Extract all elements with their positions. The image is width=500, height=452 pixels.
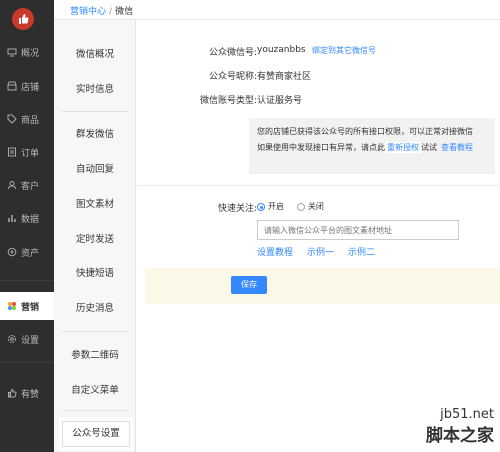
radio-label: 开启 xyxy=(268,202,284,211)
subnav-item-autoreply[interactable]: 自动回复 xyxy=(54,161,136,175)
nav-item-data[interactable]: 数据 xyxy=(0,204,54,232)
nav-label: 有赞 xyxy=(21,389,40,400)
reauthorize-link[interactable]: 重新授权 xyxy=(385,142,421,153)
user-icon xyxy=(6,180,17,191)
subnav-item-history[interactable]: 历史消息 xyxy=(54,300,136,314)
permission-notice: 您的店铺已获得该公众号的所有接口权限，可以正常对接微信 如果使用中发现接口有异常… xyxy=(249,118,495,174)
nav-label: 设置 xyxy=(21,335,40,346)
breadcrumb-separator: / xyxy=(109,7,113,17)
radio-label: 关闭 xyxy=(307,202,324,211)
nav-item-store[interactable]: 店铺 xyxy=(0,72,54,100)
view-tutorial-link[interactable]: 查看教程 xyxy=(441,143,473,152)
nav-divider xyxy=(0,362,54,363)
nav-item-youzan[interactable]: 有赞 xyxy=(0,379,54,407)
subnav-divider xyxy=(62,410,128,411)
bind-other-account-button[interactable]: 绑定到其它微信号 xyxy=(307,42,381,59)
subnav-item-scheduled[interactable]: 定时发送 xyxy=(54,231,136,245)
monitor-icon xyxy=(6,47,17,58)
section-divider xyxy=(137,185,500,186)
logo-icon[interactable] xyxy=(12,8,34,30)
subnav-item-broadcast[interactable]: 群发微信 xyxy=(54,126,136,140)
bar-chart-icon xyxy=(6,213,17,224)
main-content: 公众微信号: youzanbbs 绑定到其它微信号 公众号昵称: 有赞商家社区 … xyxy=(137,21,500,452)
nav-item-customers[interactable]: 客户 xyxy=(0,171,54,199)
subnav-item-account-settings[interactable]: 公众号设置 xyxy=(62,421,130,447)
notice-suffix: 试试 xyxy=(421,143,437,152)
account-type-value: 认证服务号 xyxy=(257,96,303,106)
nav-item-marketing[interactable]: 营销 xyxy=(0,292,54,320)
nav-label: 概况 xyxy=(21,48,40,59)
quick-follow-on-radio[interactable]: 开启 xyxy=(257,201,284,212)
watermark: jb51.net 脚本之家 xyxy=(370,392,500,452)
tag-icon xyxy=(6,114,17,125)
subnav-item-qrcode[interactable]: 参数二维码 xyxy=(54,347,136,361)
account-name-value: 有赞商家社区 xyxy=(257,72,312,82)
wallet-icon xyxy=(6,247,17,258)
subnav-item-overview[interactable]: 微信概况 xyxy=(54,46,136,60)
subnav-divider xyxy=(62,331,128,332)
nav-label: 营销 xyxy=(21,302,40,313)
breadcrumb: 营销中心 / 微信 xyxy=(70,4,133,17)
nav-item-overview[interactable]: 概况 xyxy=(0,38,54,66)
account-id-label: 公众微信号: xyxy=(208,48,257,58)
secondary-sidebar: 微信概况 实时信息 群发微信 自动回复 图文素材 定时发送 快捷短语 历史消息 … xyxy=(54,0,136,452)
top-bar: 营销中心 / 微信 xyxy=(54,0,500,20)
save-bar: 保存 xyxy=(145,268,500,304)
quick-follow-label: 快速关注: xyxy=(217,204,257,214)
account-name-label: 公众号昵称: xyxy=(208,72,257,82)
subnav-item-quick-phrase[interactable]: 快捷短语 xyxy=(54,265,136,279)
watermark-site-name: 脚本之家 xyxy=(426,426,494,446)
nav-label: 数据 xyxy=(21,214,40,225)
nav-item-assets[interactable]: 资产 xyxy=(0,238,54,266)
thumbs-up-icon xyxy=(6,388,17,399)
notice-line-1: 您的店铺已获得该公众号的所有接口权限，可以正常对接微信 xyxy=(257,127,473,136)
breadcrumb-current: 微信 xyxy=(115,7,134,17)
gear-icon xyxy=(6,334,17,345)
example-two-link[interactable]: 示例二 xyxy=(348,248,375,258)
setup-tutorial-link[interactable]: 设置教程 xyxy=(257,248,293,258)
subnav-item-custom-menu[interactable]: 自定义菜单 xyxy=(54,382,136,396)
nav-item-orders[interactable]: 订单 xyxy=(0,138,54,166)
watermark-domain: jb51.net xyxy=(440,407,494,422)
notice-prefix: 如果使用中发现接口有异常，请点此 xyxy=(257,143,385,152)
subnav-item-material[interactable]: 图文素材 xyxy=(54,196,136,210)
nav-item-settings[interactable]: 设置 xyxy=(0,325,54,353)
list-icon xyxy=(6,147,17,158)
nav-label: 订单 xyxy=(21,148,40,159)
nav-label: 商品 xyxy=(21,115,40,126)
primary-sidebar: 概况 店铺 商品 订单 客户 数据 资产 营销 设置 有赞 xyxy=(0,0,54,452)
quick-follow-off-radio[interactable]: 关闭 xyxy=(296,201,324,212)
nav-label: 店铺 xyxy=(21,82,40,93)
subnav-divider xyxy=(62,111,128,112)
example-one-link[interactable]: 示例一 xyxy=(307,248,334,258)
breadcrumb-marketing-center[interactable]: 营销中心 xyxy=(70,7,106,17)
follow-help-links: 设置教程 示例一 示例二 xyxy=(257,245,389,258)
nav-divider xyxy=(0,280,54,281)
article-url-input[interactable] xyxy=(257,220,459,240)
account-type-label: 微信账号类型: xyxy=(199,96,257,106)
store-icon xyxy=(6,81,17,92)
radio-unchecked-icon xyxy=(296,202,305,211)
quick-follow-options: 开启 关闭 xyxy=(257,201,334,214)
save-button[interactable]: 保存 xyxy=(231,276,267,294)
nav-label: 资产 xyxy=(21,248,40,259)
account-id-value: youzanbbs xyxy=(257,45,306,55)
radio-checked-icon xyxy=(257,202,265,211)
nav-label: 客户 xyxy=(21,181,40,192)
nav-item-goods[interactable]: 商品 xyxy=(0,105,54,133)
flower-icon xyxy=(6,301,17,312)
subnav-item-realtime[interactable]: 实时信息 xyxy=(54,81,136,95)
notice-line-2: 如果使用中发现接口有异常，请点此 重新授权 试试 查看教程 xyxy=(257,140,487,156)
